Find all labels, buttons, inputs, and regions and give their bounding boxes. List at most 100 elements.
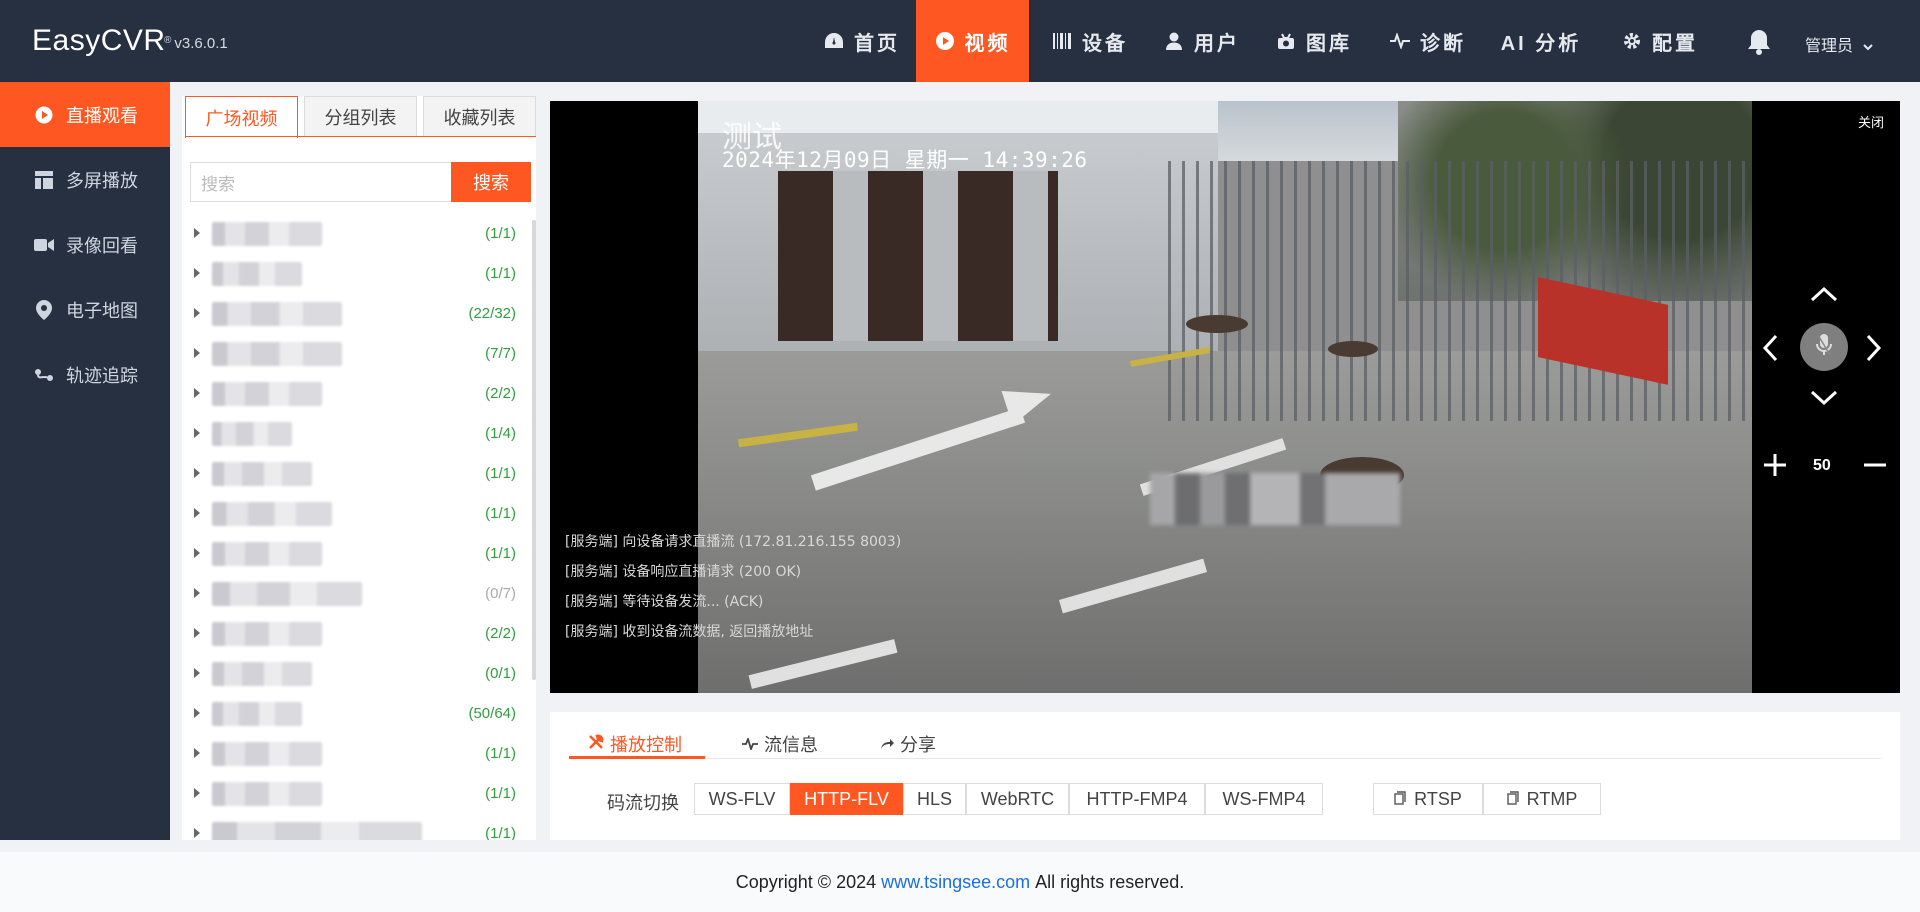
server-log-line: [服务端] 设备响应直播请求 (200 OK) bbox=[565, 564, 802, 580]
tree-node[interactable]: (1/1) bbox=[182, 494, 528, 534]
tree-node[interactable]: (50/64) bbox=[182, 694, 528, 734]
tools-icon bbox=[588, 734, 604, 755]
format-http-flv[interactable]: HTTP-FLV bbox=[790, 783, 903, 815]
tree-node[interactable]: (7/7) bbox=[182, 334, 528, 374]
ptz-left-button[interactable] bbox=[1762, 334, 1778, 367]
chevron-left-icon bbox=[1762, 334, 1778, 366]
nav-item-home[interactable]: 首页 bbox=[812, 0, 912, 82]
app-version: ® v3.6.0.1 bbox=[164, 35, 228, 52]
caret-right-icon[interactable] bbox=[194, 508, 200, 518]
caret-right-icon[interactable] bbox=[194, 228, 200, 238]
ptz-up-button[interactable] bbox=[1810, 286, 1838, 307]
blurred-device-name bbox=[212, 622, 322, 646]
tree-node[interactable]: (22/32) bbox=[182, 294, 528, 334]
tree-node[interactable]: (1/1) bbox=[182, 774, 528, 814]
copy-rtmp-button[interactable]: RTMP bbox=[1483, 783, 1601, 815]
tab-group-list[interactable]: 分组列表 bbox=[304, 96, 417, 136]
bell-icon[interactable] bbox=[1746, 28, 1772, 56]
caret-right-icon[interactable] bbox=[194, 268, 200, 278]
tree-node[interactable]: (1/1) bbox=[182, 814, 528, 840]
channel-count: (1/1) bbox=[485, 785, 516, 802]
nav-item-diagnosis[interactable]: 诊断 bbox=[1378, 0, 1478, 82]
video-camera-icon bbox=[34, 235, 54, 255]
nav-item-video[interactable]: 视频 bbox=[916, 0, 1029, 82]
caret-right-icon[interactable] bbox=[194, 708, 200, 718]
tree-node[interactable]: (1/1) bbox=[182, 254, 528, 294]
tree-node[interactable]: (0/1) bbox=[182, 654, 528, 694]
format-ws-flv[interactable]: WS-FLV bbox=[694, 783, 790, 815]
format-http-fmp4[interactable]: HTTP-FMP4 bbox=[1069, 783, 1205, 815]
sidebar-item-playback[interactable]: 录像回看 bbox=[0, 212, 170, 277]
tree-node[interactable]: (1/1) bbox=[182, 534, 528, 574]
channel-count: (1/1) bbox=[485, 225, 516, 242]
caret-right-icon[interactable] bbox=[194, 388, 200, 398]
caret-right-icon[interactable] bbox=[194, 668, 200, 678]
tab-plaza-video[interactable]: 广场视频 bbox=[185, 96, 298, 138]
caret-right-icon[interactable] bbox=[194, 468, 200, 478]
tree-node[interactable]: (2/2) bbox=[182, 374, 528, 414]
nav-item-ai-analysis[interactable]: AI 分析 bbox=[1496, 0, 1586, 82]
zoom-out-button[interactable] bbox=[1862, 452, 1888, 483]
camera-icon bbox=[1276, 31, 1296, 51]
ptz-down-button[interactable] bbox=[1810, 390, 1838, 411]
channel-count: (2/2) bbox=[485, 625, 516, 642]
format-hls[interactable]: HLS bbox=[903, 783, 966, 815]
playback-control-panel: 播放控制 流信息 分享 码流切换 WS-FLV HTTP-FLV HLS Web… bbox=[550, 712, 1900, 840]
channel-count: (1/1) bbox=[485, 265, 516, 282]
blurred-device-name bbox=[212, 342, 342, 366]
stream-switch-label: 码流切换 bbox=[607, 793, 679, 813]
caret-right-icon[interactable] bbox=[194, 828, 200, 838]
channel-count: (22/32) bbox=[468, 305, 516, 322]
tree-node[interactable]: (1/4) bbox=[182, 414, 528, 454]
zoom-in-button[interactable] bbox=[1762, 452, 1788, 483]
microphone-icon bbox=[1816, 333, 1832, 362]
caret-right-icon[interactable] bbox=[194, 428, 200, 438]
format-webrtc[interactable]: WebRTC bbox=[966, 783, 1069, 815]
channel-count: (1/1) bbox=[485, 745, 516, 762]
device-list-scrollbar[interactable] bbox=[532, 220, 536, 680]
footer-link[interactable]: www.tsingsee.com bbox=[881, 872, 1030, 893]
device-tabs: 广场视频 分组列表 收藏列表 bbox=[185, 96, 536, 138]
search-button[interactable]: 搜索 bbox=[451, 162, 531, 202]
chevron-down-icon bbox=[1810, 390, 1838, 410]
nav-item-gallery[interactable]: 图库 bbox=[1264, 0, 1364, 82]
barcode-icon bbox=[1052, 31, 1072, 51]
sidebar-item-multiscreen[interactable]: 多屏播放 bbox=[0, 147, 170, 212]
sidebar-item-track[interactable]: 轨迹追踪 bbox=[0, 342, 170, 407]
search-input[interactable]: 搜索 bbox=[190, 162, 455, 202]
caret-right-icon[interactable] bbox=[194, 588, 200, 598]
copy-rtsp-button[interactable]: RTSP bbox=[1373, 783, 1483, 815]
nav-item-device[interactable]: 设备 bbox=[1040, 0, 1140, 82]
caret-right-icon[interactable] bbox=[194, 548, 200, 558]
format-ws-fmp4[interactable]: WS-FMP4 bbox=[1205, 783, 1323, 815]
user-menu[interactable]: 管理员 bbox=[1805, 32, 1874, 56]
caret-right-icon[interactable] bbox=[194, 628, 200, 638]
tab-favorites[interactable]: 收藏列表 bbox=[423, 96, 536, 136]
app-logo[interactable]: EasyCVR bbox=[32, 24, 166, 58]
device-tree: (1/1) (1/1) (22/32) (7/7) (2/2) (1/4) (1… bbox=[182, 214, 528, 840]
tree-node[interactable]: (2/2) bbox=[182, 614, 528, 654]
ptz-microphone-button[interactable] bbox=[1800, 323, 1848, 371]
chevron-down-icon bbox=[1863, 38, 1874, 56]
caret-right-icon[interactable] bbox=[194, 348, 200, 358]
blurred-device-name bbox=[212, 502, 332, 526]
tree-node[interactable]: (1/1) bbox=[182, 734, 528, 774]
nav-item-user[interactable]: 用户 bbox=[1152, 0, 1252, 82]
nav-item-config[interactable]: 配置 bbox=[1610, 0, 1710, 82]
sidebar: 直播观看 多屏播放 录像回看 电子地图 轨迹追踪 bbox=[0, 82, 170, 912]
blurred-device-name bbox=[212, 702, 302, 726]
tree-node[interactable]: (1/1) bbox=[182, 454, 528, 494]
caret-right-icon[interactable] bbox=[194, 788, 200, 798]
tree-node[interactable]: (1/1) bbox=[182, 214, 528, 254]
caret-right-icon[interactable] bbox=[194, 308, 200, 318]
close-video-button[interactable]: 关闭 bbox=[1858, 112, 1884, 131]
channel-count: (50/64) bbox=[468, 705, 516, 722]
channel-count: (1/1) bbox=[485, 465, 516, 482]
chevron-up-icon bbox=[1810, 286, 1838, 306]
ptz-right-button[interactable] bbox=[1866, 334, 1882, 367]
caret-right-icon[interactable] bbox=[194, 748, 200, 758]
sidebar-item-live[interactable]: 直播观看 bbox=[0, 82, 170, 147]
tree-node[interactable]: (0/7) bbox=[182, 574, 528, 614]
copy-icon bbox=[1394, 789, 1406, 810]
sidebar-item-map[interactable]: 电子地图 bbox=[0, 277, 170, 342]
